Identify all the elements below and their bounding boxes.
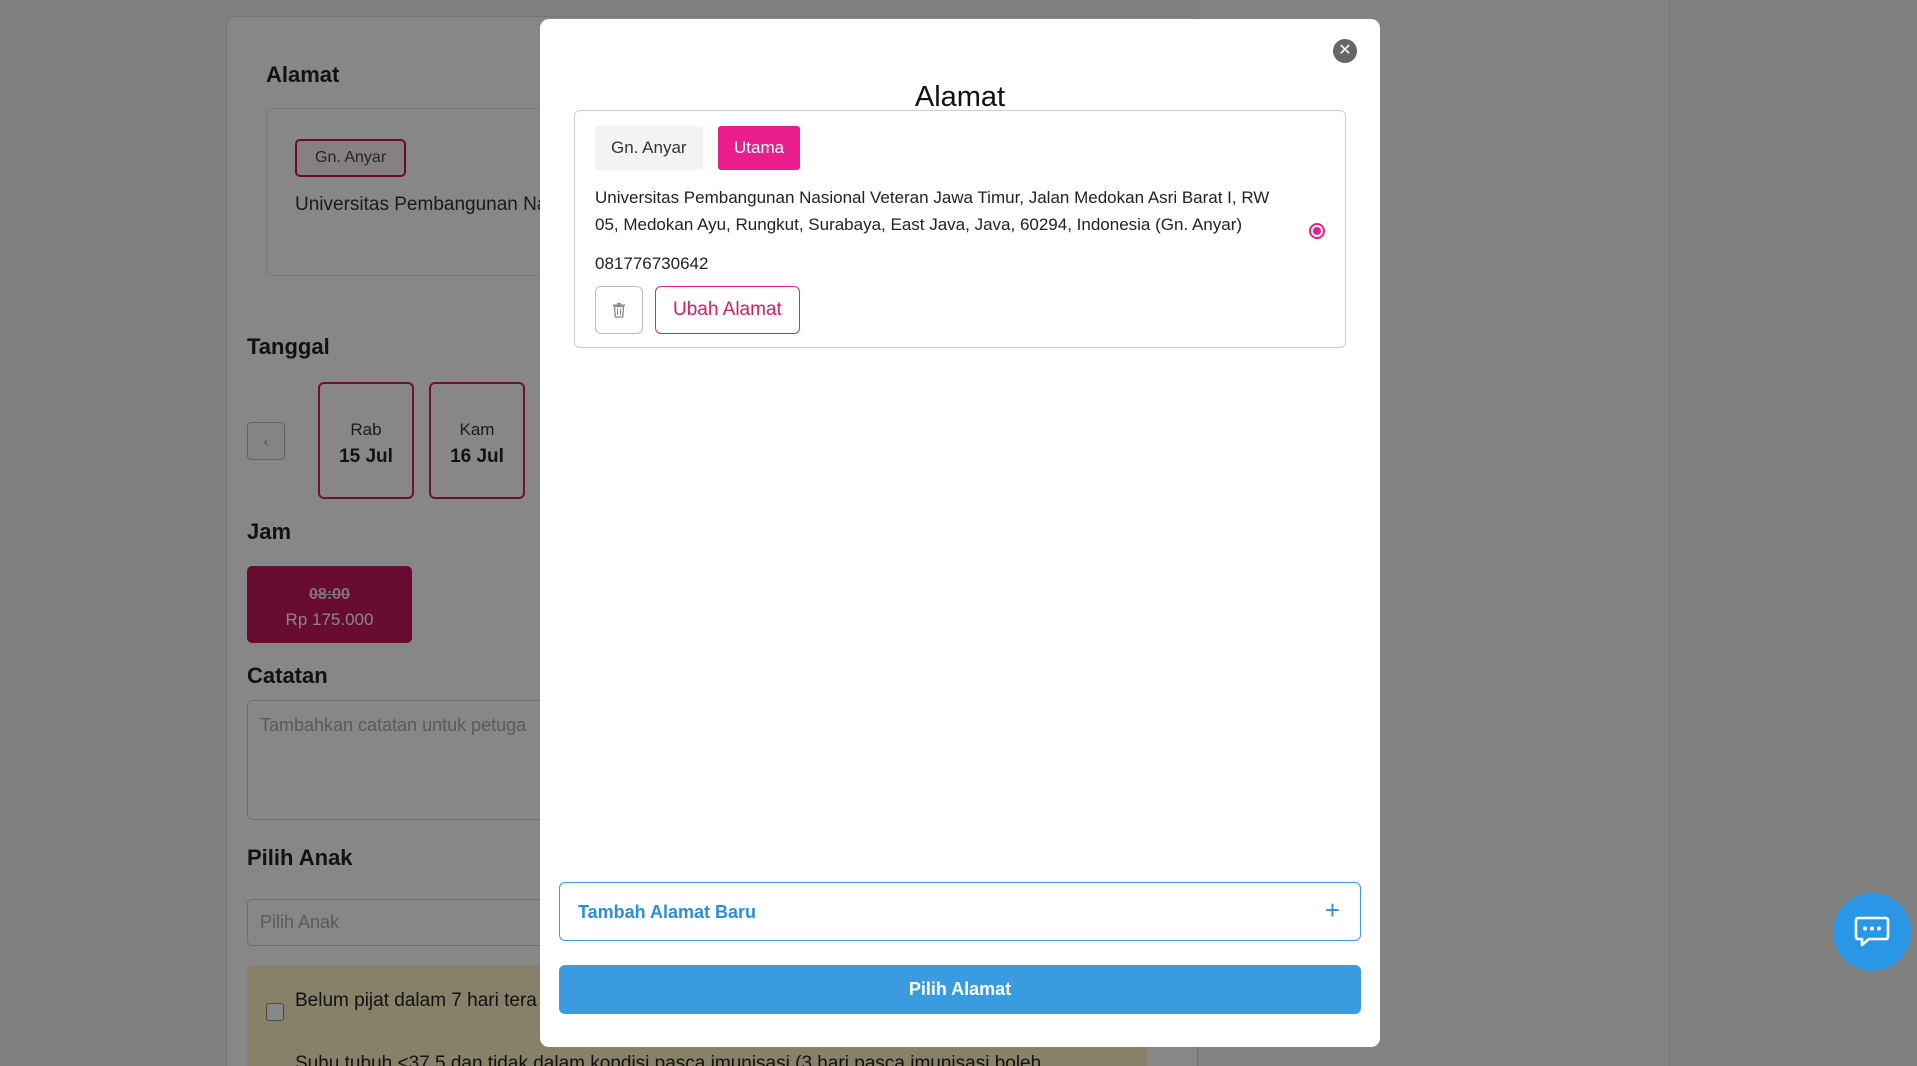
address-label-tag: Gn. Anyar (595, 126, 703, 170)
add-address-label: Tambah Alamat Baru (578, 902, 757, 922)
chat-button[interactable] (1833, 893, 1911, 971)
address-select-radio[interactable] (1309, 223, 1325, 239)
primary-address-tag: Utama (718, 126, 801, 170)
chat-icon (1854, 916, 1890, 947)
plus-icon: + (1324, 895, 1340, 925)
delete-address-button[interactable] (595, 286, 643, 334)
address-phone: 081776730642 (595, 254, 709, 273)
address-option-card[interactable]: Gn. Anyar Utama Universitas Pembangunan … (574, 110, 1346, 348)
trash-icon (613, 302, 625, 318)
address-modal: ✕ Alamat Gn. Anyar Utama Universitas Pem… (540, 19, 1380, 1047)
select-address-button[interactable]: Pilih Alamat (559, 965, 1361, 1014)
add-address-button[interactable]: Tambah Alamat Baru + (559, 882, 1361, 941)
close-icon[interactable]: ✕ (1333, 39, 1357, 63)
address-full-text: Universitas Pembangunan Nasional Veteran… (595, 188, 1270, 234)
edit-address-button[interactable]: Ubah Alamat (655, 286, 800, 334)
